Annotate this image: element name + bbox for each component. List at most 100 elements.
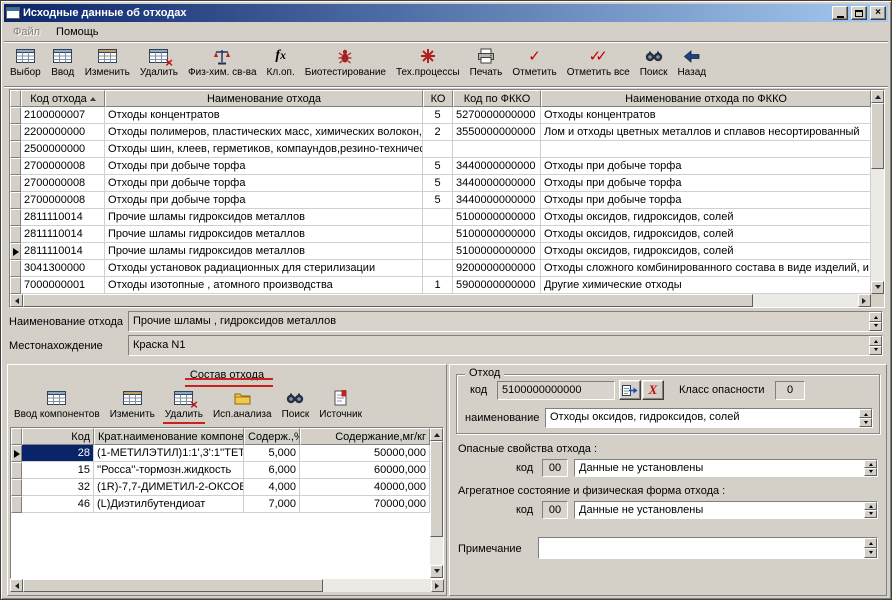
table-cell[interactable]: 5270000000000 [453,107,541,124]
table-cell[interactable]: 40000,000 [300,479,430,496]
spin-up-button[interactable] [864,502,877,510]
hazard-code-field[interactable]: 00 [542,459,568,477]
use-analysis-button[interactable]: Исп.анализа [209,387,276,422]
table-cell[interactable]: Отходы при добыче торфа [105,158,423,175]
print-button[interactable]: Печать [466,45,507,80]
table-row[interactable]: 2500000000Отходы шин, клеев, герметиков,… [10,141,871,158]
table-cell[interactable]: Отходы концентратов [105,107,423,124]
table-cell[interactable]: Отходы при добыче торфа [541,192,871,209]
table-row[interactable]: 2700000008Отходы при добыче торфа5344000… [10,192,871,209]
table-cell[interactable]: 60000,000 [300,462,430,479]
table-cell[interactable]: Прочие шламы гидроксидов металлов [105,209,423,226]
table-cell[interactable]: Отходы концентратов [541,107,871,124]
mark-all-button[interactable]: ✓✓ Отметить все [563,45,634,80]
select-button[interactable]: Выбор [6,45,45,80]
spinner[interactable] [869,312,882,331]
scroll-down-button[interactable] [871,281,884,294]
table-row[interactable]: 32(1R)-7,7-ДИМЕТИЛ-2-ОКСОБИЦ4,00040000,0… [11,479,430,496]
table-cell[interactable]: Прочие шламы гидроксидов металлов [105,243,423,260]
table-row[interactable]: 2811110014Прочие шламы гидроксидов метал… [10,243,871,260]
column-header[interactable]: Крат.наименование компонента [94,428,244,445]
table-cell[interactable]: Отходы сложного комбинированного состава… [541,260,871,277]
table-row[interactable]: 28(1-МЕТИЛЭТИЛ)1:1',3':1''ТЕТРАС5,000500… [11,445,430,462]
spinner[interactable] [869,336,882,355]
table-cell[interactable]: 5 [423,192,453,209]
table-cell[interactable]: 28 [22,445,94,462]
spin-down-button[interactable] [864,548,877,558]
component-vertical-scrollbar[interactable] [430,428,443,578]
hazard-value-field[interactable]: Данные не установлены [574,459,878,477]
spinner[interactable] [864,538,877,558]
table-cell[interactable]: 3550000000000 [453,124,541,141]
table-cell[interactable]: Отходы оксидов, гидроксидов, солей [541,243,871,260]
fkko-name-field[interactable]: Отходы оксидов, гидроксидов, солей [545,408,873,428]
table-cell[interactable]: 5 [423,175,453,192]
table-cell[interactable]: 2811110014 [21,226,105,243]
table-cell[interactable]: 46 [22,496,94,513]
column-header[interactable]: Наименование отхода [105,90,423,107]
scroll-right-button[interactable] [858,294,871,307]
input-button[interactable]: Ввод [47,45,79,80]
table-cell[interactable]: 2100000007 [21,107,105,124]
close-button[interactable]: × [870,6,886,20]
mark-button[interactable]: ✓ Отметить [508,45,560,80]
spin-down-button[interactable] [869,346,882,356]
table-cell[interactable]: Отходы при добыче торфа [105,192,423,209]
spin-up-button[interactable] [869,312,882,322]
table-row[interactable]: 3041300000Отходы установок радиационных … [10,260,871,277]
table-cell[interactable]: Отходы полимеров, пластических масс, хим… [105,124,423,141]
table-cell[interactable]: 50000,000 [300,445,430,462]
table-row[interactable]: 2200000000Отходы полимеров, пластических… [10,124,871,141]
table-cell[interactable]: Отходы при добыче торфа [541,175,871,192]
table-cell[interactable]: 5 [423,158,453,175]
table-cell[interactable]: 9200000000000 [453,260,541,277]
waste-horizontal-scrollbar[interactable] [10,294,871,307]
note-field[interactable] [538,537,878,559]
spin-up-button[interactable] [864,538,877,548]
table-cell[interactable]: 15 [22,462,94,479]
table-cell[interactable]: 5,000 [244,445,300,462]
scroll-up-button[interactable] [430,428,443,441]
column-header[interactable]: Наименование отхода по ФККО [541,90,871,107]
table-row[interactable]: 15''Росса''-тормозн.жидкость6,00060000,0… [11,462,430,479]
physchem-button[interactable]: Физ-хим. св-ва [184,45,261,80]
column-header[interactable]: Код [22,428,94,445]
table-cell[interactable]: Отходы оксидов, гидроксидов, солей [541,209,871,226]
table-cell[interactable]: 3440000000000 [453,158,541,175]
column-header[interactable]: Код отхода [21,90,105,107]
scroll-down-button[interactable] [430,565,443,578]
table-cell[interactable] [423,141,453,158]
table-cell[interactable]: Отходы при добыче торфа [541,158,871,175]
table-cell[interactable]: 6,000 [244,462,300,479]
table-cell[interactable]: (1-МЕТИЛЭТИЛ)1:1',3':1''ТЕТРАС [94,445,244,462]
table-cell[interactable]: 2811110014 [21,209,105,226]
spin-up-button[interactable] [864,460,877,468]
table-cell[interactable]: 3440000000000 [453,175,541,192]
table-cell[interactable]: 4,000 [244,479,300,496]
delete-button[interactable]: × Удалить [136,45,182,80]
table-cell[interactable]: 7,000 [244,496,300,513]
spin-down-button[interactable] [864,510,877,518]
table-row[interactable]: 2100000007Отходы концентратов55270000000… [10,107,871,124]
fkko-code-field[interactable]: 5100000000000 [497,381,615,400]
state-code-field[interactable]: 00 [542,501,568,519]
table-cell[interactable]: (1R)-7,7-ДИМЕТИЛ-2-ОКСОБИЦ [94,479,244,496]
table-cell[interactable]: 32 [22,479,94,496]
menu-help[interactable]: Помощь [48,24,107,40]
column-header[interactable]: Содерж.,% [244,428,300,445]
column-header[interactable]: КО [423,90,453,107]
search-component-button[interactable]: Поиск [278,387,314,422]
table-cell[interactable]: 3041300000 [21,260,105,277]
title-bar[interactable]: Исходные данные об отходах × [4,4,888,22]
spin-down-button[interactable] [864,468,877,476]
table-cell[interactable]: Прочие шламы гидроксидов металлов [105,226,423,243]
table-cell[interactable]: ''Росса''-тормозн.жидкость [94,462,244,479]
table-cell[interactable]: 7000000001 [21,277,105,294]
menu-file[interactable]: Файл [5,24,48,40]
scroll-up-button[interactable] [871,90,884,103]
clear-fkko-button[interactable]: X [642,380,664,400]
table-cell[interactable] [423,209,453,226]
table-cell[interactable]: Отходы установок радиационных для стерил… [105,260,423,277]
table-cell[interactable]: 2200000000 [21,124,105,141]
table-cell[interactable] [423,260,453,277]
